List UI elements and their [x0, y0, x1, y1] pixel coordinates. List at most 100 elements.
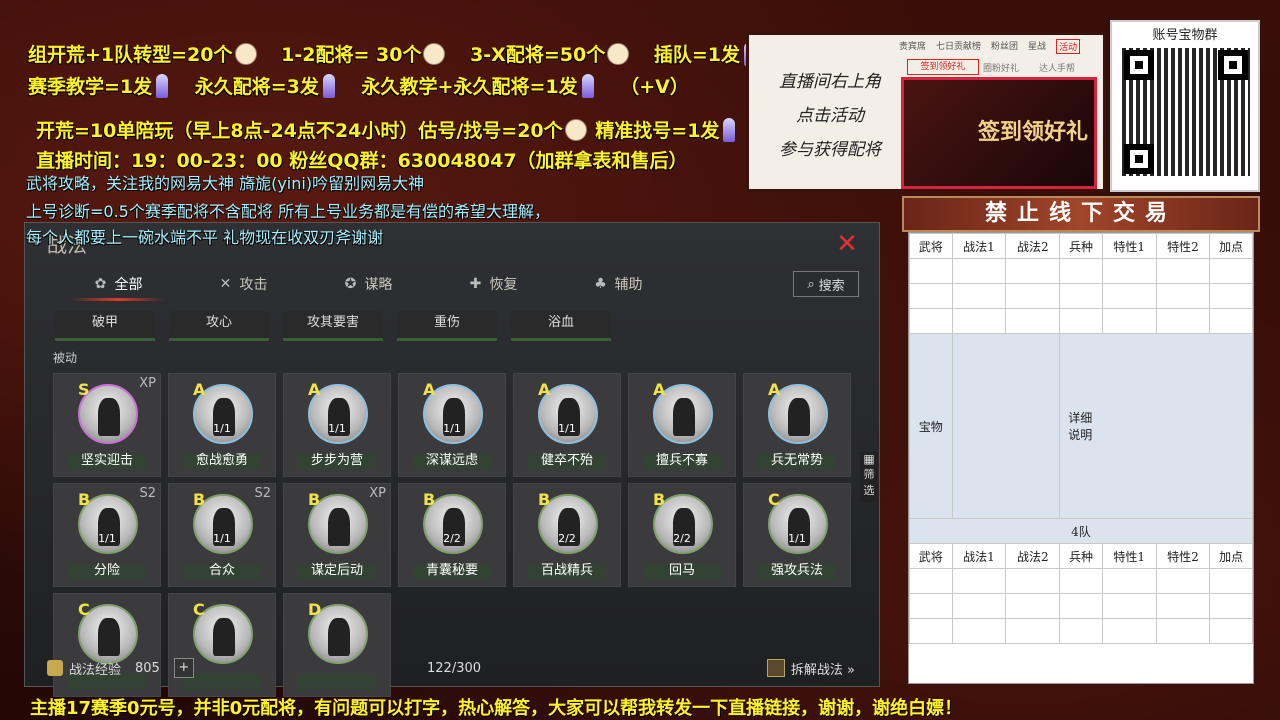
bottom-ticker: 主播17赛季0元号，并非0元配将，有问题可以打字，热心解答，大家可以帮我转发一下… [30, 698, 963, 719]
rocket-icon [581, 74, 594, 98]
promo-line-3: 开荒=10单陪玩（早上8点-24点不24小时）估号/找号=20个 精准找号=1发 [36, 116, 739, 143]
top-skill-row: 破甲 攻心 攻其要害 重伤 浴血 [55, 311, 611, 341]
skill-count: 1/1 [788, 532, 806, 545]
config-sheet: 武将 战法1 战法2 兵种 特性1 特性2 加点 宝物 详细 说明 4队 武将 战法1 战法2 兵种… [908, 232, 1254, 684]
skill-grade: A [538, 380, 551, 399]
skill-grade: S [78, 380, 90, 399]
tab-heal[interactable]: ✚ 恢复 [430, 269, 555, 299]
skill-name: 深谋远虑 [425, 453, 478, 468]
skill-name: 兵无常势 [770, 453, 823, 468]
promo-line-6: 上号诊断=0.5个赛季配将不含配将 所有上号业务都是有偿的希望大理解， [26, 202, 550, 221]
face-emoji-icon [234, 43, 257, 65]
skill-tag: S2 [139, 486, 156, 501]
skill-name: 分险 [93, 563, 120, 578]
all-icon: ✿ [94, 276, 107, 292]
table-header-row: 武将 战法1 战法2 兵种 特性1 特性2 加点 [909, 543, 1253, 569]
skill-count: 1/1 [213, 532, 231, 545]
search-button[interactable]: ⌕ 搜索 [793, 271, 859, 297]
tab-all[interactable]: ✿ 全部 [55, 269, 180, 301]
skill-card[interactable]: C 1/1 强攻兵法 [743, 483, 851, 587]
skill-card[interactable]: 攻其要害 [283, 311, 383, 341]
promo-line-5: 武将攻略，关注我的网易大神 旖旎(yini)吟留别网易大神 [26, 174, 425, 193]
skill-grade: B [78, 490, 91, 509]
skill-name: 愈战愈勇 [195, 453, 248, 468]
activity-ad: 直播间右上角 点击活动 参与获得配将 贵宾席 七日贡献榜 粉丝团 星战 活动 签到领好礼… [746, 32, 1106, 192]
skill-card[interactable]: B S2 1/1 分险 [53, 483, 161, 587]
skill-grade: C [768, 490, 780, 509]
skill-tabs: ✿ 全部 ✕ 攻击 ✪ 谋略 ✚ 恢复 ♣ 辅助 [55, 269, 865, 301]
decompose-button[interactable]: 拆解战法 » [766, 659, 855, 678]
add-exp-button[interactable]: + [173, 658, 194, 678]
skill-count: 1/1 [443, 422, 461, 435]
skill-card[interactable]: B 2/2 百战精兵 [513, 483, 621, 587]
exp-value: 805 [135, 660, 160, 676]
skill-card[interactable]: B XP 谋定后动 [283, 483, 391, 587]
skill-count: 1/1 [558, 422, 576, 435]
skill-card[interactable]: S XP 坚实迎击 [53, 373, 161, 477]
skill-card[interactable]: B S2 1/1 合众 [168, 483, 276, 587]
skill-card[interactable]: A 1/1 深谋远虑 [398, 373, 506, 477]
heal-icon: ✚ [469, 276, 482, 292]
skill-grade: A [308, 380, 321, 399]
skill-card[interactable]: 破甲 [55, 311, 155, 341]
ad-mini-tab: 签到领好礼 [907, 59, 979, 75]
tab-scheme[interactable]: ✪ 谋略 [305, 269, 430, 299]
tab-attack[interactable]: ✕ 攻击 [180, 269, 305, 299]
skill-card[interactable]: B 2/2 青囊秘要 [398, 483, 506, 587]
promo-line-4: 直播时间：19：00-23：00 粉丝QQ群：630048047（加群拿表和售后… [36, 150, 688, 172]
skill-grade: B [653, 490, 666, 509]
tab-support[interactable]: ♣ 辅助 [555, 269, 680, 299]
skill-grade: A [653, 380, 666, 399]
skill-card[interactable]: A 1/1 愈战愈勇 [168, 373, 276, 477]
panel-footer: 战法经验 805 + 122/300 拆解战法 » [25, 650, 879, 686]
skill-grade: B [538, 490, 551, 509]
skill-name: 百战精兵 [540, 563, 593, 578]
skill-tag: S2 [254, 486, 271, 501]
skill-card[interactable]: A 兵无常势 [743, 373, 851, 477]
skill-grade: A [423, 380, 436, 399]
skill-name: 步步为营 [310, 453, 363, 468]
decompose-icon [766, 659, 785, 677]
support-icon: ♣ [594, 276, 607, 292]
skill-name: 健卒不殆 [540, 453, 593, 468]
scheme-icon: ✪ [344, 276, 357, 292]
skill-grade: D [308, 600, 322, 619]
skill-count: 2/2 [443, 532, 461, 545]
table-header-row: 武将 战法1 战法2 兵种 特性1 特性2 加点 [909, 233, 1253, 259]
promo-line-7: 每个人都要上一碗水端不平 礼物现在收双刃斧谢谢 [26, 228, 384, 247]
close-icon: ✕ [836, 229, 858, 259]
ad-banner-image: 签到领好礼 [901, 77, 1097, 189]
swords-icon: ✕ [219, 276, 232, 292]
skill-count: 1/1 [328, 422, 346, 435]
skill-tag: XP [369, 486, 386, 501]
skill-grade: B [308, 490, 321, 509]
skill-grade: C [78, 600, 90, 619]
face-emoji-icon [607, 43, 630, 65]
skill-card[interactable]: A 1/1 健卒不殆 [513, 373, 621, 477]
skill-card[interactable]: A 擅兵不寡 [628, 373, 736, 477]
face-emoji-icon [423, 43, 446, 65]
section-title-passive: 被动 [53, 351, 78, 365]
ad-nav: 贵宾席 七日贡献榜 粉丝团 星战 活动 [899, 39, 1081, 54]
skill-grade: B [193, 490, 206, 509]
skill-name: 青囊秘要 [425, 563, 478, 578]
rocket-icon [156, 74, 169, 98]
skill-card[interactable]: 攻心 [169, 311, 269, 341]
skill-tag: XP [139, 376, 156, 391]
qr-code-panel: 账号宝物群 [1110, 20, 1260, 192]
skill-card[interactable]: 重伤 [397, 311, 497, 341]
skill-card[interactable]: A 1/1 步步为营 [283, 373, 391, 477]
skill-name: 强攻兵法 [770, 563, 823, 578]
skill-count: 1/1 [213, 422, 231, 435]
skill-card[interactable]: B 2/2 回马 [628, 483, 736, 587]
skill-name: 坚实迎击 [80, 453, 133, 468]
close-button[interactable]: ✕ [835, 231, 859, 257]
skill-count: 122/300 [427, 660, 482, 676]
skill-grade: C [193, 600, 205, 619]
skill-card[interactable]: 浴血 [511, 311, 611, 341]
skill-count: 1/1 [98, 532, 116, 545]
skill-grade: B [423, 490, 436, 509]
skill-grid: S XP 坚实迎击 A 1/1 愈战愈勇 A 1/1 步步为营 A 1/1 深谋远虑 A 1/1 健卒不殆 A… [53, 373, 853, 697]
filter-button[interactable]: ▦ 筛选 [860, 452, 878, 502]
skill-grade: A [193, 380, 206, 399]
